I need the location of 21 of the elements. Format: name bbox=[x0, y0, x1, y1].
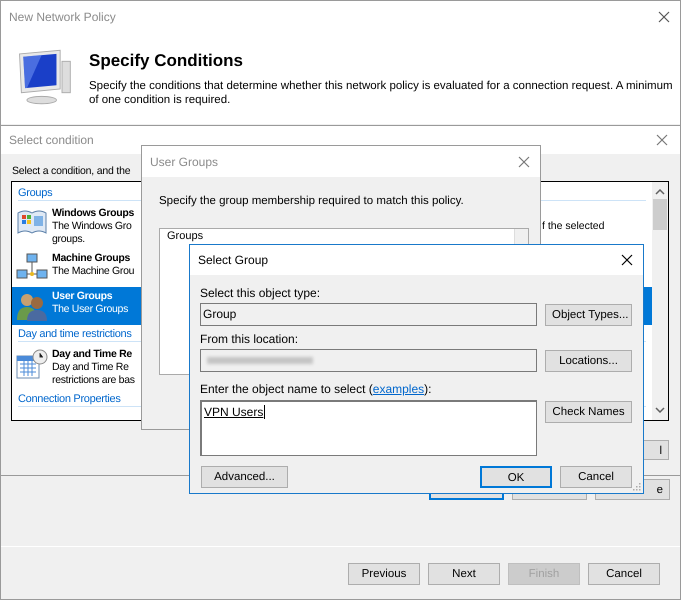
window-title: Select condition bbox=[9, 132, 94, 149]
item-description: The Machine Grou bbox=[52, 265, 136, 278]
item-title: Day and Time Re bbox=[52, 348, 133, 361]
item-description: restrictions are bas bbox=[52, 374, 136, 387]
window-title: New Network Policy bbox=[9, 8, 116, 26]
field-label: Select this object type: bbox=[200, 286, 320, 300]
item-description: Day and Time Re bbox=[52, 361, 130, 374]
page-heading: Specify Conditions bbox=[89, 51, 244, 71]
item-title: User Groups bbox=[52, 290, 114, 303]
page-description: Specify the conditions that determine whether this network policy is evaluated for a connection request. A minimum of one condition is required. bbox=[89, 79, 674, 107]
column-header: Groups bbox=[167, 230, 204, 242]
item-title: Machine Groups bbox=[52, 252, 132, 265]
item-description: The Windows Gro bbox=[52, 220, 133, 233]
item-title: Windows Groups bbox=[52, 207, 136, 220]
item-description: groups. bbox=[52, 233, 86, 246]
item-description: The User Groups bbox=[52, 303, 130, 316]
item-description: f the selected bbox=[542, 220, 604, 233]
instruction-text: Select a condition, and the bbox=[12, 164, 132, 178]
resolved-name: VPN Users bbox=[204, 405, 266, 419]
window-title: Select Group bbox=[198, 252, 268, 269]
window-title: User Groups bbox=[150, 154, 218, 170]
